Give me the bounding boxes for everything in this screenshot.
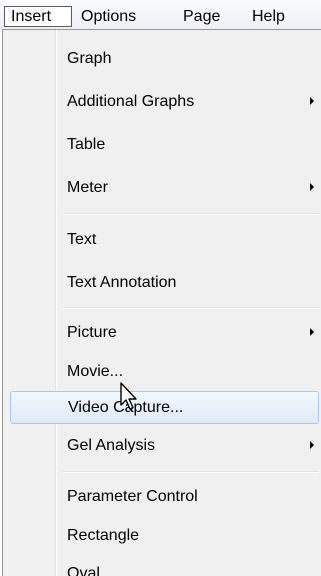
- menu-item-text[interactable]: Text: [9, 223, 319, 256]
- menu-item-graph[interactable]: Graph: [9, 42, 319, 75]
- menu-item-text-annotation[interactable]: Text Annotation: [9, 266, 319, 299]
- menu-item-meter[interactable]: Meter: [9, 171, 319, 204]
- menu-item-parameter-control[interactable]: Parameter Control: [9, 480, 319, 513]
- menu-item-label: Oval: [67, 565, 100, 576]
- menu-item-video-capture[interactable]: Video Capture...: [10, 391, 319, 424]
- chevron-right-icon: [310, 441, 314, 449]
- menu-item-label: Text Annotation: [67, 274, 177, 291]
- menu-item-gel-analysis[interactable]: Gel Analysis: [9, 429, 319, 462]
- menu-item-rectangle[interactable]: Rectangle: [9, 519, 319, 552]
- menu-item-label: Rectangle: [67, 527, 140, 544]
- mouse-pointer-icon: [120, 382, 137, 410]
- chevron-right-icon: [310, 183, 314, 191]
- menu-item-label: Text: [67, 231, 97, 248]
- menu-item-oval[interactable]: Oval: [9, 557, 319, 576]
- menu-item-movie[interactable]: Movie...: [9, 355, 319, 388]
- menu-separator: [63, 307, 319, 309]
- menu-insert[interactable]: Insert: [4, 6, 72, 27]
- menu-item-label: Parameter Control: [67, 488, 198, 505]
- insert-dropdown-menu: Graph Additional Graphs Table Meter Text…: [2, 29, 321, 576]
- menu-item-label: Meter: [67, 179, 108, 196]
- menu-item-label: Graph: [67, 50, 112, 67]
- menu-bar: Insert Options Page Help: [0, 0, 321, 30]
- menu-item-label: Table: [67, 136, 106, 153]
- menu-item-label: Movie...: [67, 363, 124, 380]
- menu-help[interactable]: Help: [252, 6, 285, 27]
- chevron-right-icon: [310, 328, 314, 336]
- menu-item-label: Additional Graphs: [67, 93, 195, 110]
- menu-item-picture[interactable]: Picture: [9, 316, 319, 349]
- app-window: Insert Options Page Help Graph Additiona…: [0, 0, 321, 576]
- menu-separator: [63, 471, 319, 473]
- menu-options[interactable]: Options: [81, 6, 136, 27]
- chevron-right-icon: [310, 97, 314, 105]
- menu-item-table[interactable]: Table: [9, 128, 319, 161]
- menu-page[interactable]: Page: [183, 6, 220, 27]
- menu-item-label: Picture: [67, 324, 117, 341]
- menu-separator: [63, 213, 319, 215]
- menu-item-label: Gel Analysis: [67, 437, 156, 454]
- menu-item-additional-graphs[interactable]: Additional Graphs: [9, 85, 319, 118]
